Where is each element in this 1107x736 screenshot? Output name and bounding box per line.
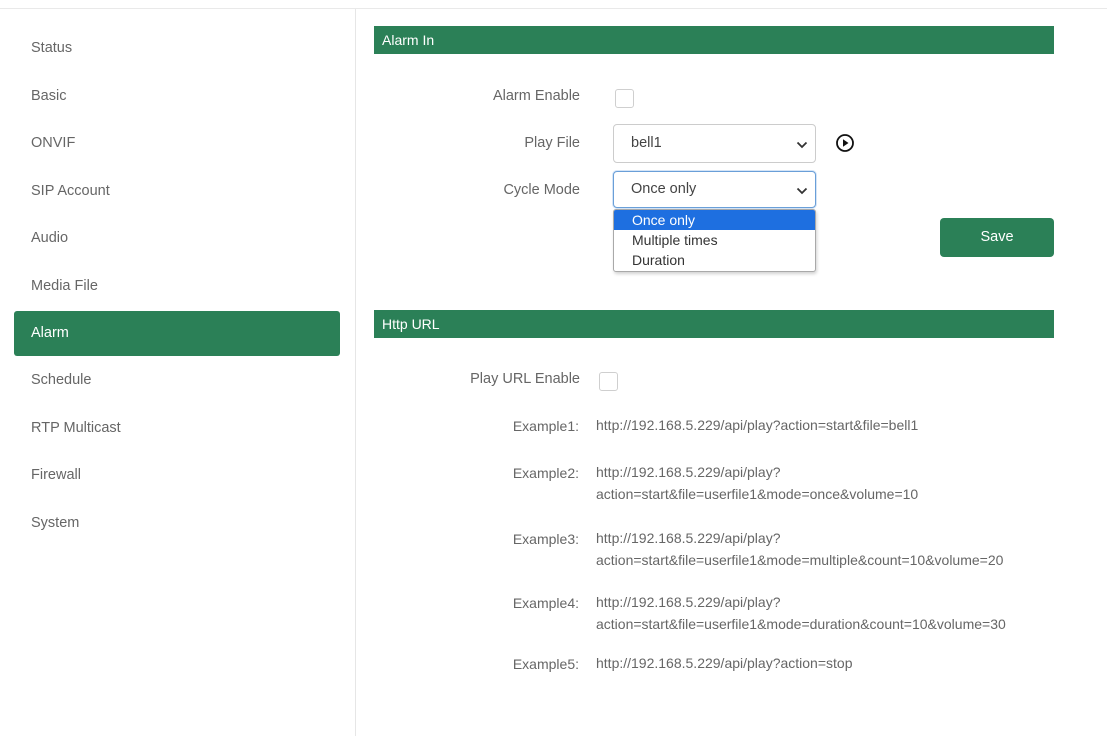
sidebar-item-basic[interactable]: Basic (14, 74, 340, 119)
play-url-enable-label: Play URL Enable (470, 371, 580, 387)
http-url-header: Http URL (374, 310, 1054, 338)
play-icon[interactable] (835, 133, 855, 153)
save-button[interactable]: Save (940, 218, 1054, 257)
example3-line2: action=start&file=userfile1&mode=multipl… (596, 552, 1004, 568)
sidebar-item-onvif[interactable]: ONVIF (14, 121, 340, 166)
play-file-label: Play File (524, 135, 580, 151)
sidebar-item-status[interactable]: Status (14, 26, 340, 71)
example1-url: http://192.168.5.229/api/play?action=sta… (596, 414, 918, 436)
example2-label: Example2: (512, 465, 579, 481)
sidebar-item-media-file[interactable]: Media File (14, 264, 340, 309)
sidebar-item-rtp-multicast[interactable]: RTP Multicast (14, 406, 340, 451)
sidebar-item-schedule[interactable]: Schedule (14, 358, 340, 403)
cycle-mode-option-duration[interactable]: Duration (614, 250, 815, 270)
alarm-enable-checkbox[interactable] (615, 89, 634, 108)
alarm-in-header: Alarm In (374, 26, 1054, 54)
cycle-mode-option-once-only[interactable]: Once only (614, 210, 815, 230)
cycle-mode-option-multiple-times[interactable]: Multiple times (614, 230, 815, 250)
cycle-mode-value: Once only (631, 181, 697, 197)
play-file-select[interactable]: bell1 (613, 124, 816, 163)
play-url-enable-checkbox[interactable] (599, 372, 618, 391)
example2-url: http://192.168.5.229/api/play? action=st… (596, 461, 918, 505)
sidebar-item-system[interactable]: System (14, 501, 340, 546)
play-file-value: bell1 (631, 135, 662, 151)
sidebar-item-firewall[interactable]: Firewall (14, 453, 340, 498)
example4-line2: action=start&file=userfile1&mode=duratio… (596, 616, 1006, 632)
example1-line1: http://192.168.5.229/api/play?action=sta… (596, 417, 919, 433)
example1-label: Example1: (512, 418, 579, 434)
example3-label: Example3: (512, 531, 579, 547)
alarm-enable-label: Alarm Enable (492, 88, 580, 104)
chevron-down-icon (796, 141, 808, 148)
sidebar: Status Basic ONVIF SIP Account Audio Med… (0, 9, 356, 736)
cycle-mode-label: Cycle Mode (503, 182, 580, 198)
example4-label: Example4: (512, 595, 579, 611)
cycle-mode-dropdown: Once only Multiple times Duration (613, 209, 816, 272)
cycle-mode-select[interactable]: Once only (613, 171, 816, 208)
example4-line1: http://192.168.5.229/api/play? (596, 594, 781, 610)
example3-line1: http://192.168.5.229/api/play? (596, 530, 781, 546)
sidebar-item-sip-account[interactable]: SIP Account (14, 169, 340, 214)
example5-url: http://192.168.5.229/api/play?action=sto… (596, 652, 852, 674)
main-content: Alarm In Alarm Enable Play File bell1 Cy… (357, 9, 1107, 736)
example5-line1: http://192.168.5.229/api/play?action=sto… (596, 655, 853, 671)
example3-url: http://192.168.5.229/api/play? action=st… (596, 527, 1003, 571)
example2-line1: http://192.168.5.229/api/play? (596, 464, 781, 480)
chevron-down-icon (796, 187, 808, 194)
sidebar-item-alarm[interactable]: Alarm (14, 311, 340, 356)
example2-line2: action=start&file=userfile1&mode=once&vo… (596, 486, 919, 502)
example4-url: http://192.168.5.229/api/play? action=st… (596, 591, 1006, 635)
example5-label: Example5: (512, 656, 579, 672)
sidebar-item-audio[interactable]: Audio (14, 216, 340, 261)
